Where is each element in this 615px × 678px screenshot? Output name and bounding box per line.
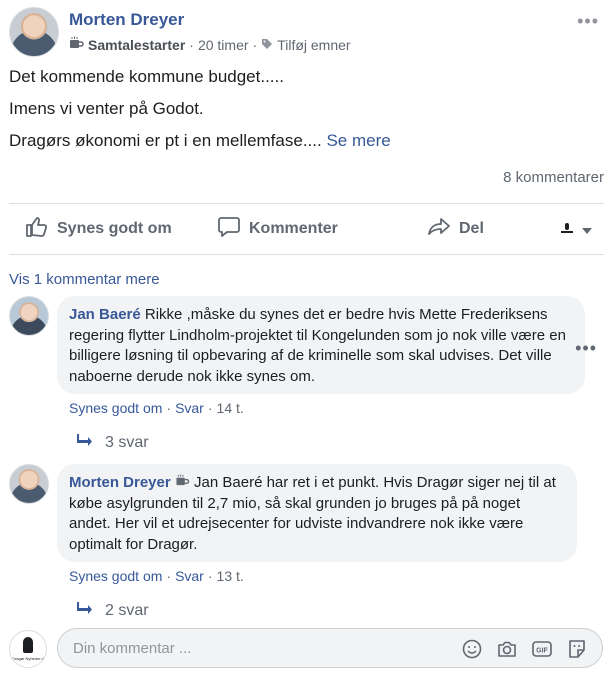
like-label: Synes godt om bbox=[57, 220, 172, 237]
comment-reply-link[interactable]: Svar bbox=[175, 400, 204, 416]
speech-bubble-icon bbox=[217, 215, 241, 244]
comment-label: Kommenter bbox=[249, 220, 338, 237]
reply-arrow-icon bbox=[77, 601, 93, 620]
separator-dot: · bbox=[189, 36, 194, 53]
composer-icons: GIF bbox=[461, 638, 588, 665]
post-meta: Samtalestarter · 20 timer · Tilføj emner bbox=[69, 36, 351, 53]
share-button[interactable]: Del bbox=[427, 215, 484, 244]
comment: Morten Dreyer Jan Baeré har ret i et pun… bbox=[9, 464, 609, 624]
post-time[interactable]: 20 timer bbox=[198, 37, 249, 53]
conversation-starter-badge[interactable]: Samtalestarter bbox=[88, 37, 185, 53]
view-more-comments-link[interactable]: Vis 1 kommentar mere bbox=[9, 271, 160, 288]
post-line: Imens vi venter på Godot. bbox=[9, 99, 204, 118]
post-header: Morten Dreyer Samtalestarter · 20 timer … bbox=[9, 7, 609, 57]
post-line: Det kommende kommune budget..... bbox=[9, 67, 284, 86]
commenter-avatar[interactable] bbox=[9, 464, 49, 504]
page-selector[interactable] bbox=[559, 220, 592, 241]
coffee-cup-icon bbox=[175, 474, 190, 491]
commenter-avatar[interactable] bbox=[9, 296, 49, 336]
more-options-icon[interactable]: ••• bbox=[577, 11, 599, 32]
page-logo-text: Dragør Nyheder.dk bbox=[12, 656, 46, 661]
post-line: Dragørs økonomi er pt i en mellemfase...… bbox=[9, 130, 604, 151]
like-button[interactable]: Synes godt om bbox=[25, 215, 172, 244]
comment-bubble: Morten Dreyer Jan Baeré har ret i et pun… bbox=[57, 464, 577, 562]
post-body: Det kommende kommune budget..... Imens v… bbox=[9, 66, 604, 162]
post-line-text: Dragørs økonomi er pt i en mellemfase...… bbox=[9, 131, 322, 150]
comment-input-placeholder: Din kommentar ... bbox=[73, 640, 192, 657]
comment-reply-link[interactable]: Svar bbox=[175, 568, 204, 584]
comment-author[interactable]: Jan Baeré bbox=[69, 306, 141, 323]
comment-button[interactable]: Kommenter bbox=[217, 215, 338, 244]
replies-count: 3 svar bbox=[105, 433, 149, 451]
comment-composer: Dragør Nyheder.dk Din kommentar ... GIF bbox=[9, 628, 605, 670]
action-bar: Synes godt om Kommenter Del bbox=[9, 205, 604, 253]
comment-actions: Synes godt om · Svar · 13 t. bbox=[69, 568, 244, 584]
coffee-cup-icon bbox=[69, 36, 84, 53]
sticker-icon[interactable] bbox=[566, 638, 588, 665]
comment-time[interactable]: 14 t. bbox=[217, 400, 244, 416]
comment-count[interactable]: 8 kommentarer bbox=[503, 169, 604, 186]
divider bbox=[9, 203, 604, 204]
reply-arrow-icon bbox=[77, 433, 93, 452]
comment: Jan Baeré Rikke ,måske du synes det er b… bbox=[9, 296, 609, 456]
view-replies-link[interactable]: 2 svar bbox=[77, 601, 149, 620]
view-replies-link[interactable]: 3 svar bbox=[77, 433, 149, 452]
replies-count: 2 svar bbox=[105, 601, 149, 619]
comment-like-link[interactable]: Synes godt om bbox=[69, 568, 162, 584]
author-avatar[interactable] bbox=[9, 7, 59, 57]
comment-author[interactable]: Morten Dreyer bbox=[69, 474, 171, 491]
gif-icon[interactable]: GIF bbox=[531, 638, 553, 665]
share-label: Del bbox=[459, 220, 484, 237]
thumbs-up-icon bbox=[25, 215, 49, 244]
share-arrow-icon bbox=[427, 215, 451, 244]
svg-text:GIF: GIF bbox=[536, 648, 548, 655]
lighthouse-icon bbox=[23, 637, 33, 653]
comment-time[interactable]: 13 t. bbox=[217, 568, 244, 584]
add-topics-link[interactable]: Tilføj emner bbox=[277, 37, 350, 53]
comment-text: Rikke ,måske du synes det er bedre hvis … bbox=[69, 306, 566, 385]
emoji-icon[interactable] bbox=[461, 638, 483, 665]
comment-like-link[interactable]: Synes godt om bbox=[69, 400, 162, 416]
comment-bubble: Jan Baeré Rikke ,måske du synes det er b… bbox=[57, 296, 585, 394]
page-avatar-icon bbox=[559, 220, 575, 241]
see-more-link[interactable]: Se mere bbox=[326, 131, 390, 150]
post-author-name[interactable]: Morten Dreyer bbox=[69, 10, 184, 30]
separator-dot: · bbox=[252, 36, 258, 53]
comment-input[interactable]: Din kommentar ... GIF bbox=[57, 628, 603, 668]
divider bbox=[9, 254, 604, 255]
tag-icon bbox=[261, 37, 273, 53]
comment-actions: Synes godt om · Svar · 14 t. bbox=[69, 400, 244, 416]
chevron-down-icon bbox=[582, 222, 592, 240]
comment-options-icon[interactable]: ••• bbox=[575, 338, 597, 359]
page-logo[interactable]: Dragør Nyheder.dk bbox=[9, 630, 47, 668]
camera-icon[interactable] bbox=[496, 638, 518, 665]
